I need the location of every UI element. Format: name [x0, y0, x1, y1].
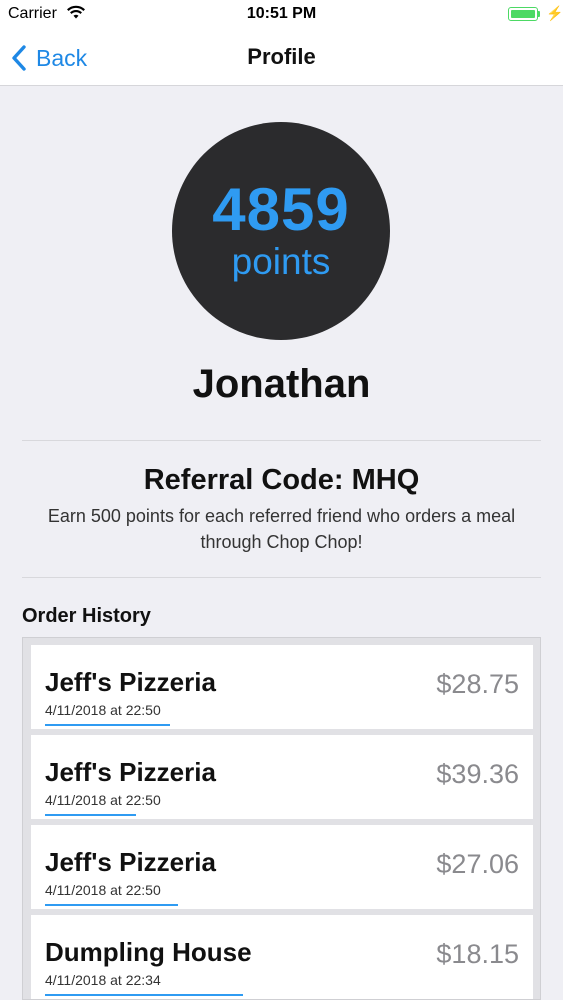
- order-price: $39.36: [436, 759, 519, 789]
- battery-icon: [508, 7, 538, 21]
- order-restaurant: Dumpling House: [45, 937, 252, 967]
- order-restaurant: Jeff's Pizzeria: [45, 847, 216, 877]
- referral-description: Earn 500 points for each referred friend…: [47, 506, 516, 552]
- divider: [22, 577, 541, 578]
- order-price: $18.15: [436, 939, 519, 969]
- charging-icon: ⚡: [546, 5, 563, 21]
- order-history-title: Order History: [22, 605, 151, 627]
- order-row[interactable]: Dumpling House 4/11/2018 at 22:34 $18.15: [31, 915, 533, 999]
- status-time: 10:51 PM: [246, 5, 317, 22]
- order-price: $27.06: [436, 849, 519, 879]
- order-date: 4/11/2018 at 22:50: [45, 882, 161, 898]
- order-row[interactable]: Jeff's Pizzeria 4/11/2018 at 22:50 $28.7…: [31, 645, 533, 729]
- order-row[interactable]: Jeff's Pizzeria 4/11/2018 at 22:50 $27.0…: [31, 825, 533, 909]
- order-history-list[interactable]: Jeff's Pizzeria 4/11/2018 at 22:50 $28.7…: [22, 637, 541, 1000]
- order-price: $28.75: [436, 669, 519, 699]
- nav-bar: Back Profile: [0, 30, 563, 86]
- status-bar: Carrier 10:51 PM ⚡: [0, 0, 563, 30]
- battery-tip-icon: [538, 11, 540, 17]
- order-date: 4/11/2018 at 22:34: [45, 972, 161, 988]
- order-date-underline: [45, 814, 136, 816]
- order-date: 4/11/2018 at 22:50: [45, 702, 161, 718]
- referral-code-title: Referral Code: MHQ: [143, 464, 420, 496]
- divider: [22, 440, 541, 441]
- order-date-underline: [45, 994, 243, 996]
- page-title: Profile: [247, 44, 316, 69]
- points-badge: 4859 points: [172, 122, 390, 340]
- user-name: Jonathan: [192, 362, 371, 406]
- order-row[interactable]: Jeff's Pizzeria 4/11/2018 at 22:50 $39.3…: [31, 735, 533, 819]
- order-restaurant: Jeff's Pizzeria: [45, 667, 216, 697]
- order-date: 4/11/2018 at 22:50: [45, 792, 161, 808]
- order-restaurant: Jeff's Pizzeria: [45, 757, 216, 787]
- points-unit: points: [231, 241, 331, 282]
- order-date-underline: [45, 724, 170, 726]
- points-value: 4859: [212, 176, 350, 243]
- order-date-underline: [45, 904, 178, 906]
